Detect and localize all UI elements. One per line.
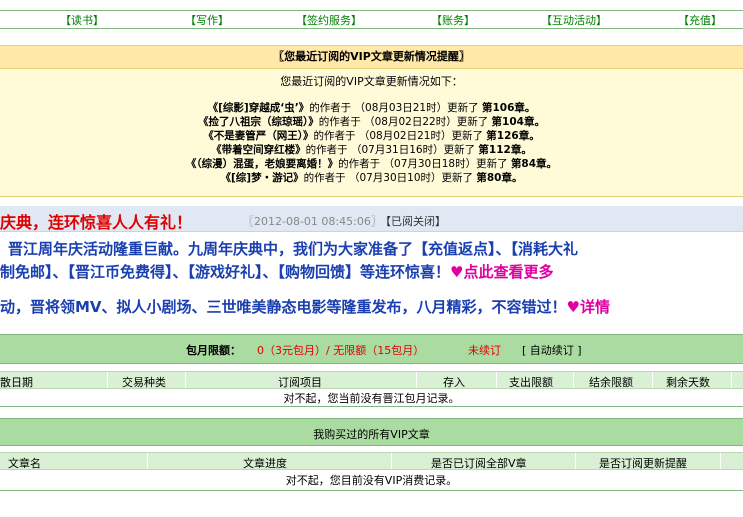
- purchased-table-header: 文章名 文章进度 是否已订阅全部V章 是否订阅更新提醒: [0, 452, 743, 470]
- vip-novel-link[interactable]: 《[综]梦・游记》: [221, 172, 304, 184]
- announcement-time: 〖2012-08-01 08:45:06〗: [243, 215, 382, 228]
- vip-update-row: 《带着空间穿红楼》的作者于 （07月31日16时）更新了 第112章。: [0, 143, 743, 157]
- top-nav: 【读书】 【写作】 【签约服务】 【账务】 【互动活动】 【充值】: [0, 10, 743, 29]
- mark-read-close-button[interactable]: 【已阅关闭】: [380, 213, 446, 229]
- details-link[interactable]: ♥详情: [567, 298, 610, 316]
- nav-interactive[interactable]: 【互动活动】: [541, 12, 607, 28]
- col-article-name: 文章名: [8, 457, 41, 470]
- col-date: 散日期: [0, 376, 33, 389]
- vip-update-row: 《[综]梦・游记》的作者于 （07月30日10时）更新了 第80章。: [0, 171, 743, 185]
- auto-renew-button[interactable]: [ 自动续订 ]: [522, 342, 582, 358]
- col-days-remaining: 剩余天数: [666, 376, 710, 389]
- vip-update-row: 《[综影]穿越成‘虫’》的作者于 （08月03日21时）更新了 第106章。: [0, 101, 743, 115]
- vip-update-title: 〖您最近订阅的VIP文章更新情况提醒〗: [0, 46, 743, 69]
- nav-recharge[interactable]: 【充值】: [678, 12, 722, 28]
- monthly-subscription-bar: 包月限额： 0（3元包月）/ 无限额（15包月） 未续订 [ 自动续订 ]: [0, 334, 743, 364]
- purchased-vip-bar: 我购买过的所有VIP文章: [0, 418, 743, 446]
- vip-chapter: 第106章。: [481, 102, 536, 114]
- vip-chapter: 第80章。: [476, 172, 523, 184]
- vip-novel-link[interactable]: 《[综影]穿越成‘虫’》: [208, 102, 310, 114]
- announcement-text: 动，晋将领MV、拟人小剧场、三世唯美静态电影等隆重发布，八月精彩，不容错过！: [0, 298, 567, 316]
- nav-account[interactable]: 【账务】: [431, 12, 475, 28]
- col-expense-limit: 支出限额: [509, 376, 553, 389]
- monthly-table-header: 散日期 交易种类 订阅项目 存入 支出限额 结余限额 剩余天数: [0, 371, 743, 389]
- announcement-text: 制免邮】、【晋江币免费得】、【游戏好礼】、【购物回馈】等连环惊喜！: [0, 263, 451, 281]
- vip-update-info: 的作者于 （07月30日10时）更新了: [303, 172, 474, 184]
- vip-update-info: 的作者于 （07月31日16时）更新了: [305, 144, 476, 156]
- purchased-empty-message: 对不起，您目前没有VIP消费记录。: [285, 474, 458, 487]
- col-update-reminder: 是否订阅更新提醒: [599, 457, 687, 470]
- col-article-progress: 文章进度: [243, 457, 287, 470]
- purchased-vip-title: 我购买过的所有VIP文章: [313, 428, 430, 441]
- vip-novel-link[interactable]: 《捡了八祖宗（综琼瑶）》: [198, 116, 319, 128]
- announcement-line-2: 制免邮】、【晋江币免费得】、【游戏好礼】、【购物回馈】等连环惊喜！♥点此查看更多: [0, 261, 553, 282]
- monthly-limit-label: 包月限额：: [186, 344, 241, 357]
- col-deposit: 存入: [443, 376, 465, 389]
- nav-reading[interactable]: 【读书】: [60, 12, 104, 28]
- view-more-link[interactable]: ♥点此查看更多: [450, 263, 553, 281]
- vip-chapter: 第112章。: [478, 144, 532, 156]
- divider: [0, 490, 743, 491]
- vip-novel-link[interactable]: 《（综漫）混蛋，老娘要离婚！》: [186, 158, 338, 170]
- vip-update-info: 的作者于 （08月03日21时）更新了: [309, 102, 479, 114]
- announcement-line-1: 晋江周年庆活动隆重巨献。九周年庆典中，我们为大家准备了【充值返点】、【消耗大礼: [8, 240, 579, 258]
- monthly-limit-value: 0（3元包月）/ 无限额（15包月）: [257, 344, 425, 357]
- vip-chapter: 第126章。: [486, 130, 540, 142]
- vip-update-row: 《捡了八祖宗（综琼瑶）》的作者于 （08月02日22时）更新了 第104章。: [0, 115, 743, 129]
- vip-novel-link[interactable]: 《不是妻管严（网王）》: [203, 130, 313, 142]
- announcement-line-3: 动，晋将领MV、拟人小剧场、三世唯美静态电影等隆重发布，八月精彩，不容错过！♥详…: [0, 296, 610, 317]
- vip-update-row: 《不是妻管严（网王）》的作者于 （08月02日21时）更新了 第126章。: [0, 129, 743, 143]
- vip-chapter: 第104章。: [491, 116, 545, 128]
- col-transaction-type: 交易种类: [122, 376, 166, 389]
- vip-update-info: 的作者于 （08月02日21时）更新了: [313, 130, 483, 142]
- vip-update-info: 的作者于 （08月02日22时）更新了: [318, 116, 489, 128]
- col-subscription-item: 订阅项目: [278, 376, 322, 389]
- col-balance-limit: 结余限额: [589, 376, 633, 389]
- vip-update-panel: 〖您最近订阅的VIP文章更新情况提醒〗 您最近订阅的VIP文章更新情况如下： 《…: [0, 45, 743, 197]
- vip-update-intro: 您最近订阅的VIP文章更新情况如下：: [280, 75, 463, 88]
- vip-update-list: 《[综影]穿越成‘虫’》的作者于 （08月03日21时）更新了 第106章。 《…: [0, 101, 743, 185]
- monthly-empty-message: 对不起，您当前没有晋江包月记录。: [283, 392, 460, 405]
- divider: [0, 406, 743, 407]
- vip-update-info: 的作者于 （07月30日18时）更新了: [338, 158, 508, 170]
- renewal-status: 未续订: [468, 344, 501, 357]
- vip-chapter: 第84章。: [510, 158, 558, 170]
- nav-writing[interactable]: 【写作】: [185, 12, 229, 28]
- vip-update-row: 《（综漫）混蛋，老娘要离婚！》的作者于 （07月30日18时）更新了 第84章。: [0, 157, 743, 171]
- nav-contract-service[interactable]: 【签约服务】: [296, 12, 362, 28]
- announcement-header: 庆典，连环惊喜人人有礼！ 〖2012-08-01 08:45:06〗 【已阅关闭…: [0, 206, 743, 232]
- announcement-title: 庆典，连环惊喜人人有礼！: [0, 213, 193, 232]
- col-all-v-chapters: 是否已订阅全部V章: [431, 457, 527, 470]
- vip-novel-link[interactable]: 《带着空间穿红楼》: [211, 144, 306, 156]
